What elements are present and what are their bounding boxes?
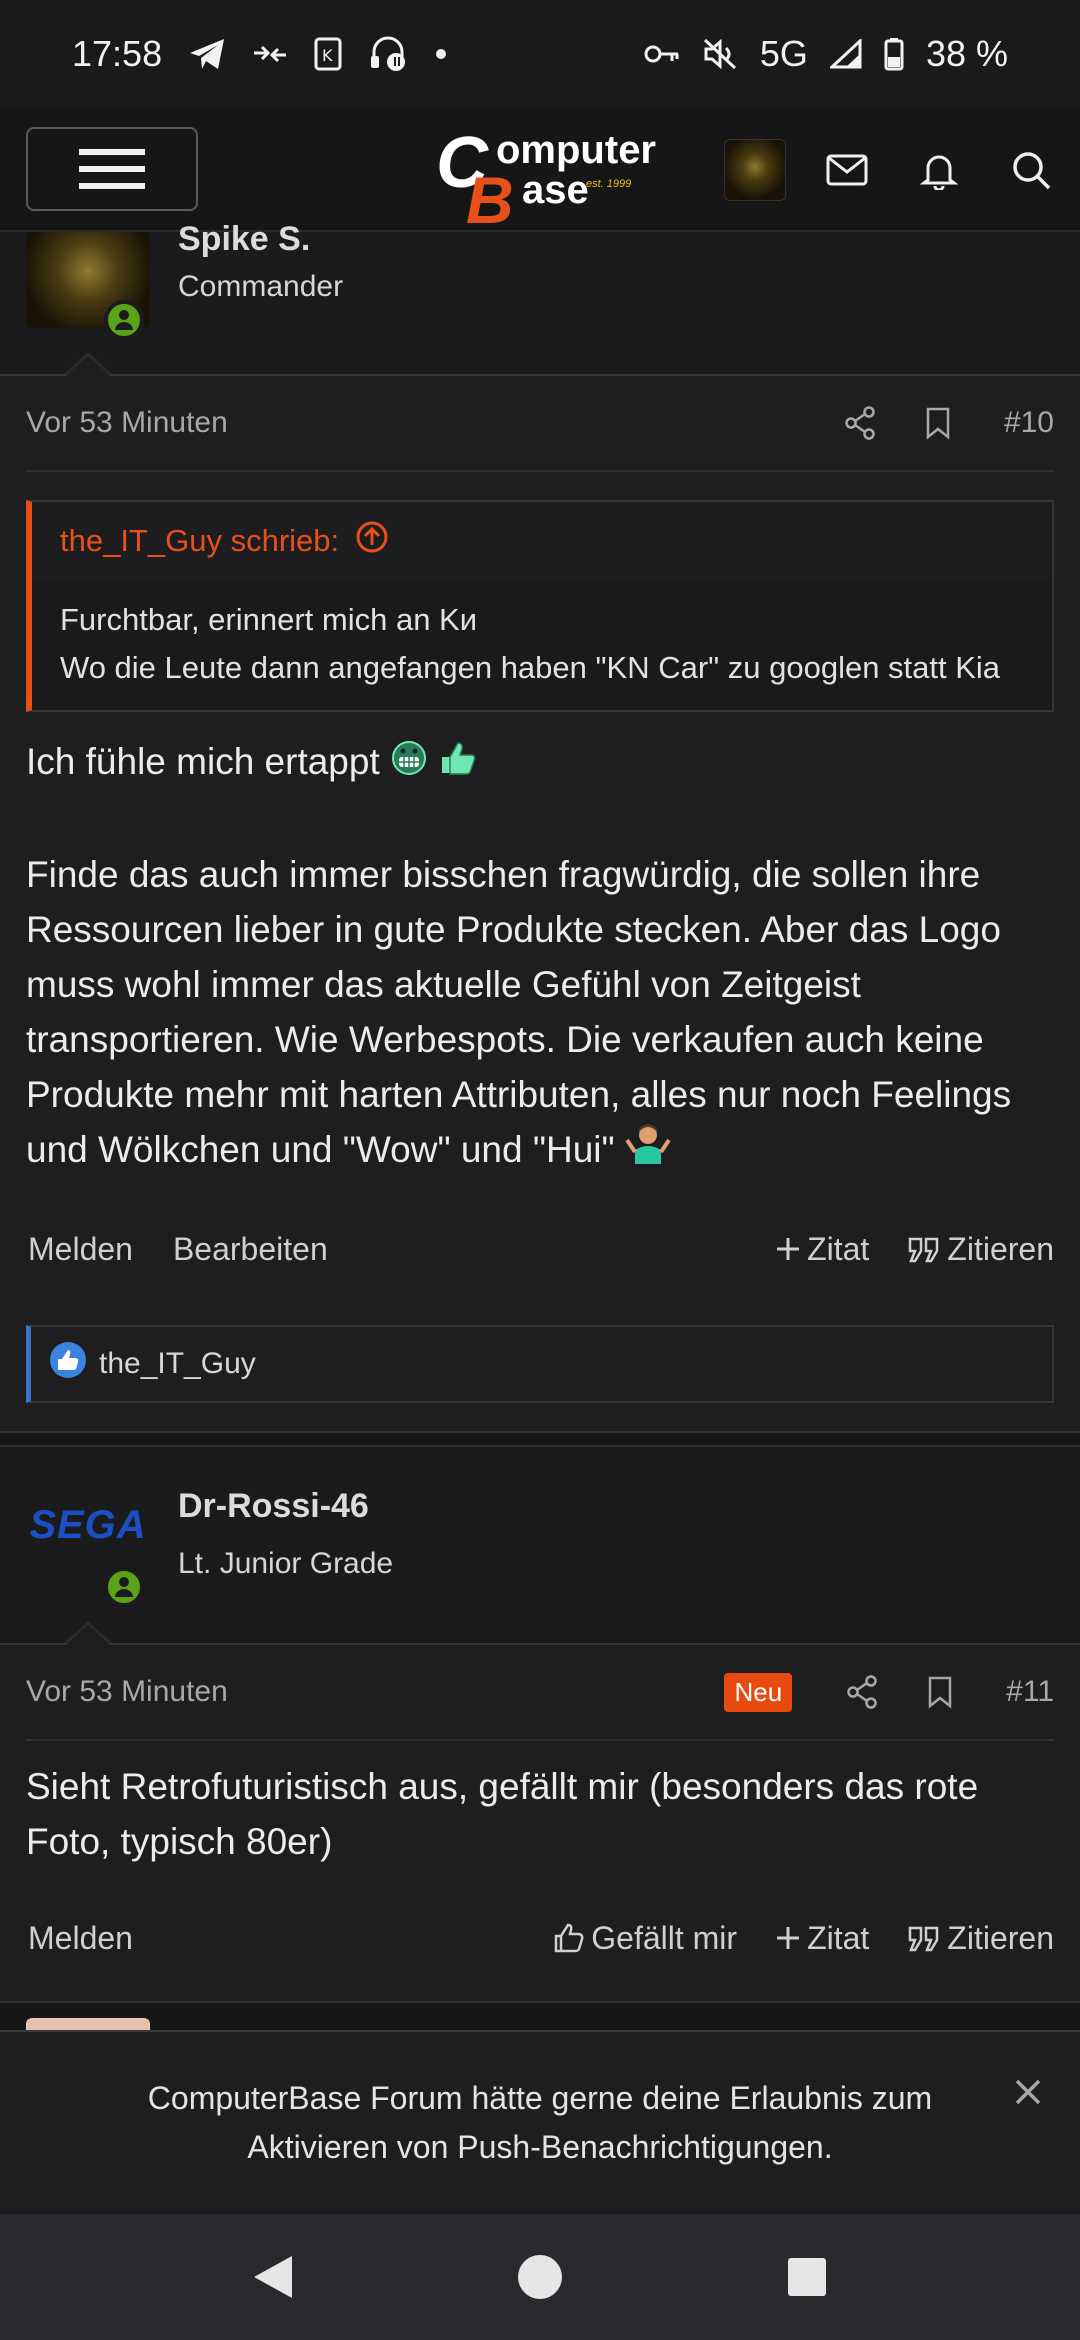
online-status-icon	[104, 300, 144, 340]
svg-text:K: K	[322, 46, 333, 65]
telegram-icon	[188, 37, 226, 71]
message-paragraph: Sieht Retrofuturistisch aus, gefällt mir…	[26, 1766, 979, 1863]
edit-button[interactable]: Bearbeiten	[173, 1231, 328, 1268]
signal-icon	[829, 39, 862, 69]
banner-text: ComputerBase Forum hätte gerne deine Erl…	[147, 2080, 933, 2165]
hamburger-icon	[79, 149, 145, 189]
user-title: Lt. Junior Grade	[178, 1547, 394, 1581]
report-button[interactable]: Melden	[28, 1920, 133, 1957]
username[interactable]: Dr-Rossi-46	[178, 1487, 369, 1526]
battery-level: 38 %	[925, 33, 1008, 74]
post-separator	[0, 1431, 1080, 1448]
quote-author[interactable]: the_IT_Guy schrieb:	[60, 523, 339, 559]
arrow-up-circle-icon[interactable]	[355, 520, 389, 562]
like-icon	[49, 1341, 87, 1387]
computerbase-logo[interactable]: C omputer B ase est. 1999	[436, 122, 656, 237]
search-icon[interactable]	[1000, 139, 1062, 201]
multiquote-button[interactable]: Zitat	[775, 1920, 869, 1957]
post-author-block: SEGA Dr-Rossi-46 Lt. Junior Grade	[0, 1447, 1080, 1646]
online-status-icon	[104, 1567, 144, 1608]
avatar[interactable]: SEGA	[26, 1477, 150, 1573]
quote-header[interactable]: the_IT_Guy schrieb:	[32, 502, 1052, 580]
quote-button[interactable]: Zitieren	[907, 1231, 1054, 1268]
battery-icon	[884, 37, 904, 71]
clock: 17:58	[72, 33, 163, 74]
thread-content: Spike S. Commander Vor 53 Minuten #10 th…	[0, 220, 1080, 2042]
back-icon[interactable]	[243, 2247, 303, 2307]
plus-icon	[777, 1927, 800, 1950]
mute-icon	[702, 37, 738, 71]
network-type: 5G	[759, 33, 808, 74]
thumbs-up-emoji-icon	[438, 737, 478, 792]
menu-button[interactable]	[26, 127, 198, 211]
multiquote-button[interactable]: Zitat	[775, 1231, 869, 1268]
message-paragraph: Ich fühle mich ertappt	[26, 734, 1054, 792]
quote-button[interactable]: Zitieren	[907, 1920, 1054, 1957]
status-bar: 17:58 K 5G 38 %	[0, 0, 1080, 108]
home-icon[interactable]	[510, 2247, 570, 2307]
post-author-block: Spike S. Commander	[0, 220, 1080, 376]
post-number[interactable]: #11	[1006, 1675, 1054, 1709]
user-title: Commander	[178, 270, 344, 303]
bookmark-icon[interactable]	[910, 406, 966, 440]
bell-icon[interactable]	[908, 139, 970, 201]
next-post-avatar-peek	[26, 2018, 150, 2030]
post-number[interactable]: #10	[1004, 406, 1054, 440]
new-badge: Neu	[724, 1672, 793, 1712]
account-avatar[interactable]	[724, 139, 786, 201]
post-message: Ich fühle mich ertappt Finde das auch im…	[26, 734, 1054, 1179]
post-meta: Vor 53 Minuten #10	[26, 376, 1054, 472]
quote-block: the_IT_Guy schrieb: Furchtbar, erinnert …	[26, 500, 1054, 712]
site-header: C omputer B ase est. 1999	[0, 108, 1080, 237]
inbox-icon[interactable]	[816, 139, 878, 201]
post: Vor 53 Minuten #10 the_IT_Guy schrieb: F…	[0, 374, 1080, 1432]
message-paragraph: Finde das auch immer bisschen fragwürdig…	[26, 847, 1054, 1180]
reaction-users[interactable]: the_IT_Guy	[99, 1347, 256, 1381]
close-icon[interactable]	[1008, 2072, 1048, 2112]
grinning-emoji-icon	[390, 737, 428, 792]
share-icon[interactable]	[832, 406, 888, 440]
plus-icon	[777, 1238, 800, 1261]
k-app-icon: K	[314, 37, 342, 71]
thumbs-up-icon	[555, 1924, 584, 1953]
username[interactable]: Spike S.	[178, 220, 310, 259]
post: Vor 53 Minuten Neu #11 Sieht Retrofuturi…	[0, 1643, 1080, 2002]
dot-icon	[434, 47, 448, 61]
bookmark-icon[interactable]	[912, 1675, 968, 1710]
post-actions: Melden Gefällt mir Zitat Zitieren	[28, 1891, 1054, 1985]
post-message: Sieht Retrofuturistisch aus, gefällt mir…	[26, 1759, 1054, 1869]
like-button[interactable]: Gefällt mir	[553, 1920, 737, 1957]
quote-icon	[909, 1927, 939, 1952]
quote-text: Furchtbar, erinnert mich an Kи Wo die Le…	[60, 602, 1001, 685]
shrug-emoji-icon	[625, 1124, 671, 1179]
headset-icon	[368, 36, 408, 72]
push-permission-banner[interactable]: ComputerBase Forum hätte gerne deine Erl…	[0, 2030, 1080, 2214]
swap-icon	[252, 39, 288, 69]
post-timestamp[interactable]: Vor 53 Minuten	[26, 1675, 228, 1709]
post-timestamp[interactable]: Vor 53 Minuten	[26, 406, 228, 440]
quote-icon	[909, 1238, 939, 1263]
share-icon[interactable]	[834, 1675, 890, 1710]
system-nav-bar	[0, 2214, 1080, 2340]
post-actions: Melden Bearbeiten Zitat Zitieren	[28, 1203, 1054, 1295]
report-button[interactable]: Melden	[28, 1231, 133, 1268]
post-meta: Vor 53 Minuten Neu #11	[26, 1645, 1054, 1742]
reactions-bar[interactable]: the_IT_Guy	[26, 1325, 1054, 1404]
recents-icon[interactable]	[777, 2247, 837, 2307]
vpn-key-icon	[644, 43, 680, 65]
